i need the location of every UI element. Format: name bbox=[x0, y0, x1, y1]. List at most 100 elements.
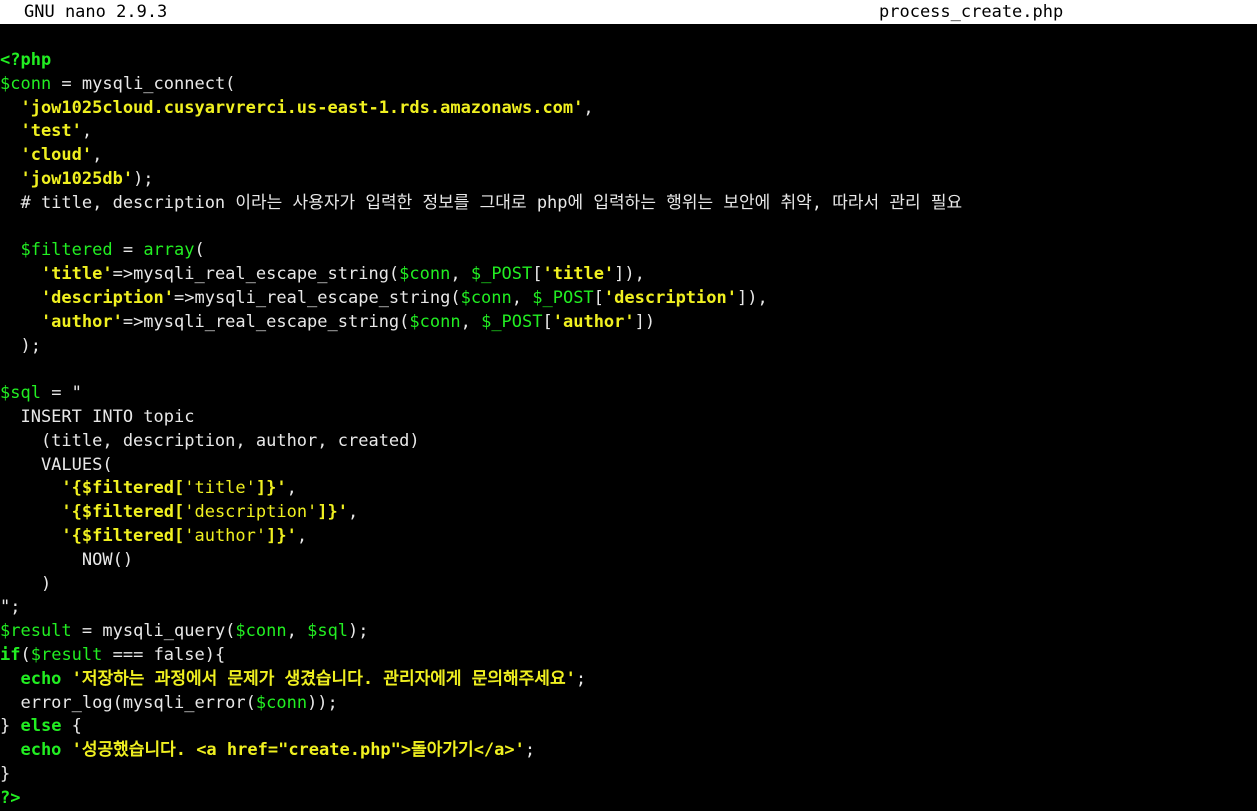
keyword-token: echo bbox=[0, 668, 62, 689]
file-name: process_create.php bbox=[879, 2, 1064, 22]
code-line: 'jow1025cloud.cusyarvrerci.us-east-1.rds… bbox=[0, 97, 1257, 121]
code-token: =>mysqli_real_escape_string( bbox=[112, 264, 400, 285]
string-token: '{$filtered[ bbox=[0, 502, 185, 523]
code-token: ; bbox=[575, 668, 587, 689]
code-line: '{$filtered['description']}', bbox=[0, 501, 1257, 525]
variable-token: $sql bbox=[0, 383, 41, 404]
function-token: array bbox=[143, 240, 195, 261]
variable-token: $_POST bbox=[470, 264, 533, 285]
variable-token: $sql bbox=[307, 621, 349, 642]
code-line: echo '저장하는 과정에서 문제가 생겼습니다. 관리자에게 문의해주세요'… bbox=[0, 668, 1257, 692]
string-token: 'description' bbox=[0, 287, 174, 308]
code-token: [ bbox=[532, 264, 543, 285]
nano-title-bar: GNU nano 2.9.3 process_create.php bbox=[0, 0, 1257, 24]
code-line: INSERT INTO topic bbox=[0, 406, 1257, 430]
code-token: , bbox=[286, 478, 297, 499]
code-line: '{$filtered['title']}', bbox=[0, 477, 1257, 501]
variable-token: $conn bbox=[460, 287, 512, 308]
code-token: ( bbox=[194, 240, 205, 261]
string-token: 'title' bbox=[542, 264, 615, 285]
code-token: = mysqli_query( bbox=[71, 621, 236, 642]
string-token: ]}' bbox=[266, 525, 297, 546]
code-token: ) bbox=[0, 573, 52, 594]
string-token: '{$filtered[ bbox=[0, 478, 185, 499]
code-line: <?php bbox=[0, 49, 1257, 73]
terminal-window[interactable]: GNU nano 2.9.3 process_create.php <?php … bbox=[0, 0, 1257, 811]
code-token: [ bbox=[542, 311, 553, 332]
string-token: 'cloud' bbox=[0, 145, 93, 166]
string-token: 'description' bbox=[184, 502, 318, 523]
code-token: , bbox=[286, 621, 308, 642]
code-editor[interactable]: <?php $conn = mysqli_connect( 'jow1025cl… bbox=[0, 49, 1257, 811]
code-line: 'author'=>mysqli_real_escape_string($con… bbox=[0, 311, 1257, 335]
string-token: 'jow1025cloud.cusyarvrerci.us-east-1.rds… bbox=[0, 97, 584, 118]
code-token: =>mysqli_real_escape_string( bbox=[122, 311, 410, 332]
code-token: ); bbox=[348, 621, 369, 642]
code-line: 'cloud', bbox=[0, 144, 1257, 168]
code-token: , bbox=[92, 145, 103, 166]
code-token: , bbox=[81, 121, 93, 142]
code-token: )); bbox=[307, 692, 338, 713]
string-token: '{$filtered[ bbox=[0, 525, 185, 546]
code-line: 'test', bbox=[0, 120, 1257, 144]
code-line: 'description'=>mysqli_real_escape_string… bbox=[0, 287, 1257, 311]
code-token: } bbox=[0, 716, 21, 737]
code-token: ]), bbox=[614, 264, 645, 285]
comment-token: # title, description 이라는 사용자가 입력한 정보를 그대… bbox=[0, 192, 963, 213]
code-token: NOW() bbox=[0, 549, 134, 570]
code-token: { bbox=[61, 716, 82, 737]
code-token: error_log(mysqli_error( bbox=[0, 692, 256, 713]
code-token: } bbox=[0, 763, 11, 784]
code-line: NOW() bbox=[0, 549, 1257, 573]
string-token: 'title' bbox=[184, 478, 256, 499]
variable-token: $result bbox=[30, 644, 103, 665]
string-token: 'title' bbox=[0, 264, 113, 285]
variable-token: $conn bbox=[0, 73, 52, 94]
code-line: 'jow1025db'); bbox=[0, 168, 1257, 192]
code-token: , bbox=[583, 97, 594, 118]
code-token: ; bbox=[524, 740, 536, 761]
code-token: ); bbox=[133, 168, 154, 189]
string-token: 'author' bbox=[0, 311, 123, 332]
variable-token: $filtered bbox=[0, 240, 113, 261]
code-token: ]) bbox=[634, 311, 656, 332]
code-line: if($result === false){ bbox=[0, 644, 1257, 668]
code-line: ?> bbox=[0, 787, 1257, 811]
code-token: ( bbox=[20, 644, 31, 665]
code-line: $sql = " bbox=[0, 382, 1257, 406]
variable-token: $_POST bbox=[481, 311, 543, 332]
code-line: echo '성공했습니다. <a href="create.php">돌아가기<… bbox=[0, 739, 1257, 763]
code-token: [ bbox=[593, 287, 604, 308]
code-token: INSERT INTO topic bbox=[0, 406, 195, 427]
string-token: 'author' bbox=[184, 525, 267, 546]
variable-token: $conn bbox=[235, 621, 287, 642]
code-token: , bbox=[511, 287, 533, 308]
code-token: , bbox=[296, 525, 308, 546]
code-token: "; bbox=[0, 597, 21, 618]
code-token: =>mysqli_real_escape_string( bbox=[174, 287, 461, 308]
code-line: } else { bbox=[0, 715, 1257, 739]
code-token: VALUES( bbox=[0, 454, 113, 475]
code-line: # title, description 이라는 사용자가 입력한 정보를 그대… bbox=[0, 192, 1257, 216]
code-token: === false){ bbox=[102, 644, 226, 665]
code-line: $filtered = array( bbox=[0, 239, 1257, 263]
php-close-tag: ?> bbox=[0, 787, 21, 808]
code-token: , bbox=[450, 264, 471, 285]
string-token: 'jow1025db' bbox=[0, 168, 134, 189]
code-line: 'title'=>mysqli_real_escape_string($conn… bbox=[0, 263, 1257, 287]
string-token: '저장하는 과정에서 문제가 생겼습니다. 관리자에게 문의해주세요' bbox=[61, 668, 576, 689]
string-token: 'test' bbox=[0, 121, 82, 142]
code-line: $conn = mysqli_connect( bbox=[0, 73, 1257, 97]
string-token: ]}' bbox=[255, 478, 287, 499]
code-line: ) bbox=[0, 573, 1257, 597]
code-line: "; bbox=[0, 596, 1257, 620]
variable-token: $conn bbox=[255, 692, 308, 713]
code-line: $result = mysqli_query($conn, $sql); bbox=[0, 620, 1257, 644]
code-line: } bbox=[0, 763, 1257, 787]
code-line: VALUES( bbox=[0, 454, 1257, 478]
keyword-token: echo bbox=[0, 740, 62, 761]
keyword-token: else bbox=[20, 716, 62, 737]
string-token: 'author' bbox=[552, 311, 635, 332]
